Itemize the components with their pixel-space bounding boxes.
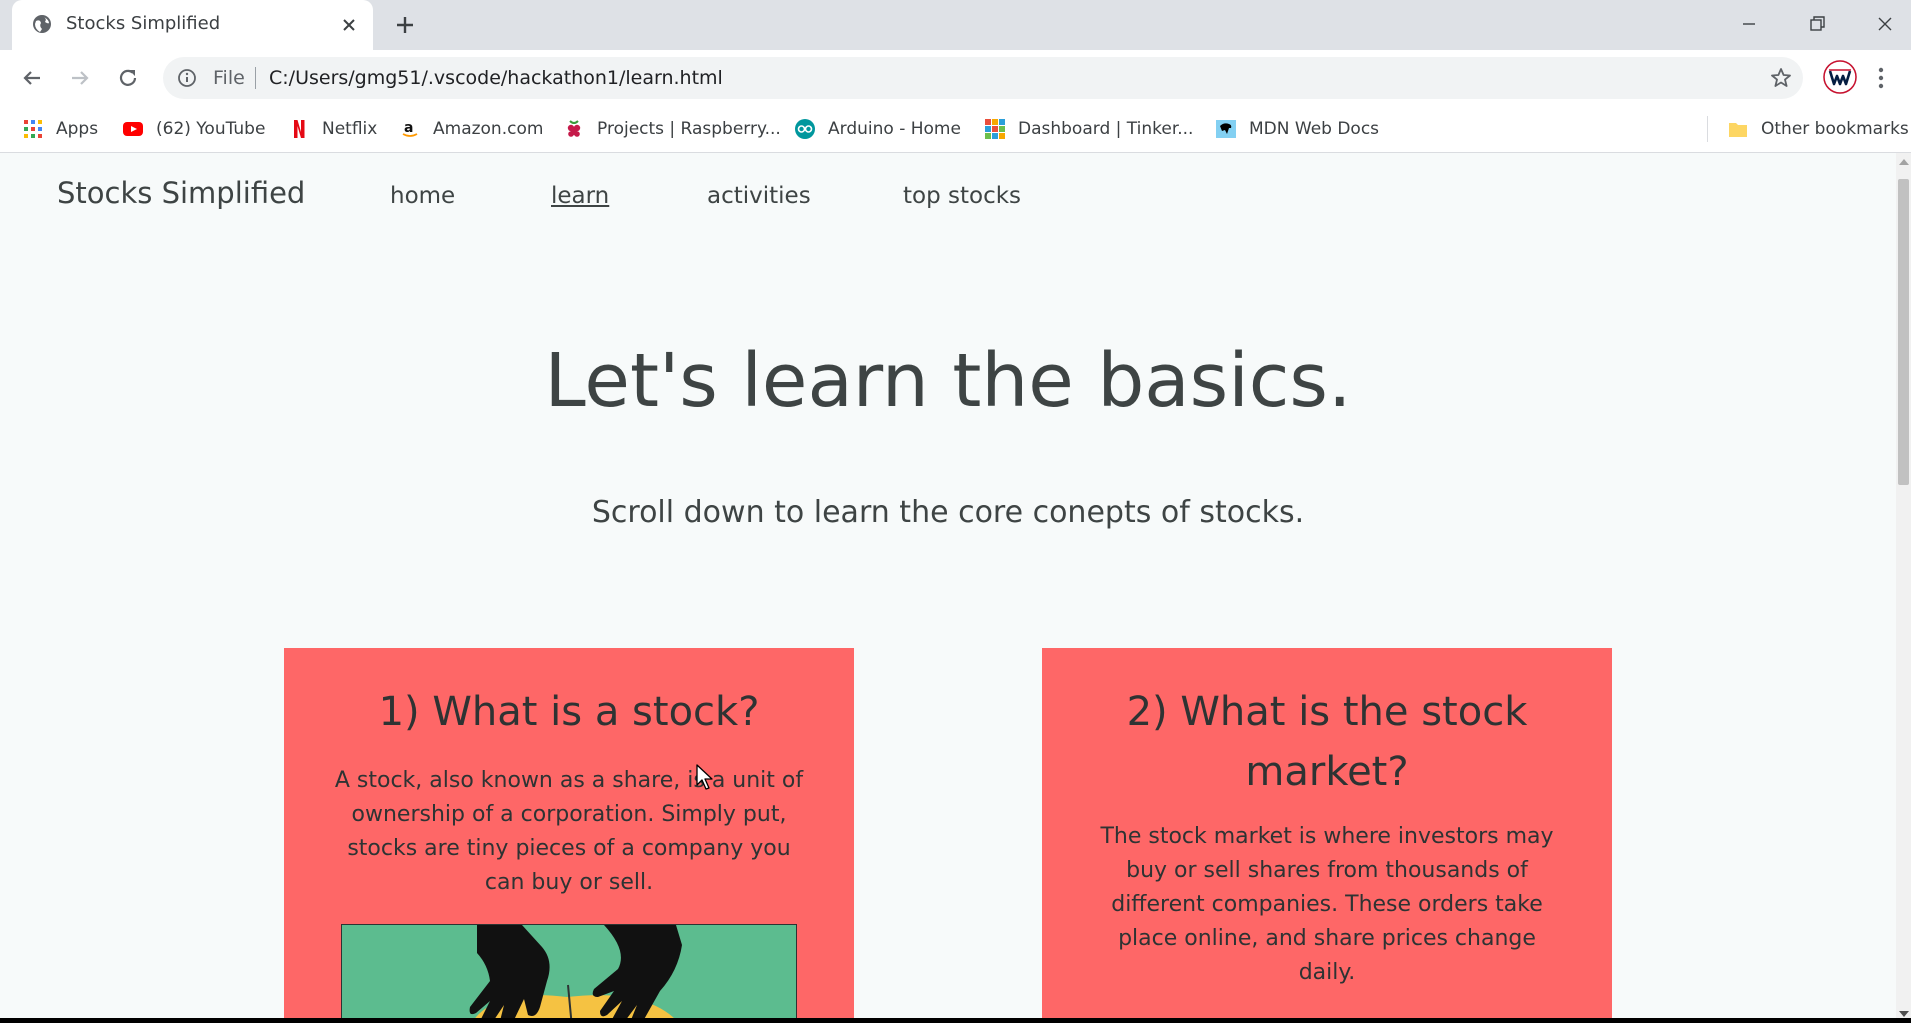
bookmark-raspberry[interactable]: Projects | Raspberry...: [563, 116, 781, 142]
tab-strip: Stocks Simplified: [0, 0, 1911, 50]
info-icon[interactable]: [177, 68, 197, 88]
scrollbar-thumb[interactable]: [1898, 179, 1909, 485]
bookmark-label: Apps: [56, 119, 99, 139]
tinkercad-icon: [985, 119, 1005, 139]
bookmark-label: Arduino - Home: [828, 119, 961, 139]
scroll-down-arrow-icon[interactable]: [1899, 1011, 1909, 1017]
scheme-label: File: [213, 67, 245, 89]
tab-title: Stocks Simplified: [66, 13, 221, 34]
globe-icon: [33, 15, 51, 33]
arduino-icon: [795, 119, 815, 139]
browser-menu-icon[interactable]: [1876, 64, 1886, 92]
youtube-icon: [123, 122, 143, 136]
taskbar-edge: [0, 1018, 1911, 1023]
raspberry-pi-icon: [567, 120, 581, 137]
mdn-icon: [1216, 120, 1236, 138]
bookmark-label: MDN Web Docs: [1249, 119, 1380, 139]
nav-activities[interactable]: activities: [707, 183, 811, 209]
apps-grid-icon: [24, 120, 42, 138]
bookmarks-divider: [1707, 116, 1708, 142]
card-title: 2) What is the stock market?: [1126, 689, 1528, 795]
profile-avatar[interactable]: [1823, 60, 1857, 94]
back-arrow-icon[interactable]: [18, 64, 46, 92]
svg-text:a: a: [404, 120, 413, 136]
other-bookmarks[interactable]: Other bookmarks: [1727, 116, 1909, 142]
reload-icon[interactable]: [114, 64, 142, 92]
restore-icon[interactable]: [1803, 10, 1831, 38]
address-bar[interactable]: File C:/Users/gmg51/.vscode/hackathon1/l…: [163, 57, 1803, 99]
bookmark-apps[interactable]: Apps: [22, 116, 98, 142]
close-window-icon[interactable]: [1871, 10, 1899, 38]
page-content: Stocks Simplified home learn activities …: [0, 153, 1896, 1023]
forward-arrow-icon[interactable]: [66, 64, 94, 92]
bookmark-label: Amazon.com: [433, 119, 544, 139]
nav-top-stocks[interactable]: top stocks: [903, 183, 1021, 209]
bookmark-tinkercad[interactable]: Dashboard | Tinker...: [984, 116, 1193, 142]
new-tab-icon[interactable]: [392, 12, 418, 38]
minimize-icon[interactable]: [1735, 10, 1763, 38]
folder-icon: [1729, 123, 1747, 137]
nav-learn[interactable]: learn: [551, 183, 609, 209]
hero-subtitle: Scroll down to learn the core conepts of…: [591, 495, 1305, 530]
bookmark-label: Dashboard | Tinker...: [1018, 119, 1194, 139]
omnibox-divider: [255, 67, 256, 89]
site-brand[interactable]: Stocks Simplified: [57, 176, 305, 210]
card-title: 1) What is a stock?: [378, 689, 760, 735]
scroll-up-arrow-icon[interactable]: [1899, 159, 1909, 165]
bookmark-label: Projects | Raspberry...: [597, 119, 781, 139]
hands-illustration: [341, 924, 797, 1023]
mouse-cursor-icon: [696, 764, 713, 790]
browser-tab[interactable]: Stocks Simplified: [12, 0, 373, 50]
capitals-logo-icon: [1823, 60, 1857, 94]
bookmark-star-icon[interactable]: [1769, 66, 1793, 90]
card-what-is-stock-market: 2) What is the stock market? The stock m…: [1042, 648, 1612, 1023]
other-bookmarks-label: Other bookmarks: [1761, 119, 1909, 139]
close-tab-icon[interactable]: [338, 14, 360, 36]
url-text[interactable]: C:/Users/gmg51/.vscode/hackathon1/learn.…: [269, 67, 723, 89]
amazon-icon: a: [402, 120, 418, 137]
bookmark-label: Netflix: [322, 119, 378, 139]
bookmark-arduino[interactable]: Arduino - Home: [794, 116, 961, 142]
bookmark-amazon[interactable]: a Amazon.com: [399, 116, 543, 142]
card-what-is-a-stock: 1) What is a stock? A stock, also known …: [284, 648, 854, 1023]
bookmarks-bar: Apps (62) YouTube Netflix a Amazon.com P…: [0, 106, 1911, 153]
hands-puzzle-image: [469, 925, 682, 1023]
bookmark-label: (62) YouTube: [156, 119, 266, 139]
hero-title: Let's learn the basics.: [544, 338, 1352, 424]
browser-toolbar: File C:/Users/gmg51/.vscode/hackathon1/l…: [0, 50, 1911, 106]
netflix-icon: [294, 120, 305, 138]
bookmark-mdn[interactable]: MDN Web Docs: [1215, 116, 1379, 142]
page-scrollbar[interactable]: [1896, 153, 1911, 1023]
card-body: The stock market is where investors may …: [1100, 824, 1554, 985]
card-body: A stock, also known as a share, is a uni…: [334, 768, 804, 895]
bookmark-youtube[interactable]: (62) YouTube: [122, 116, 265, 142]
bookmark-netflix[interactable]: Netflix: [288, 116, 377, 142]
nav-home[interactable]: home: [390, 183, 455, 209]
